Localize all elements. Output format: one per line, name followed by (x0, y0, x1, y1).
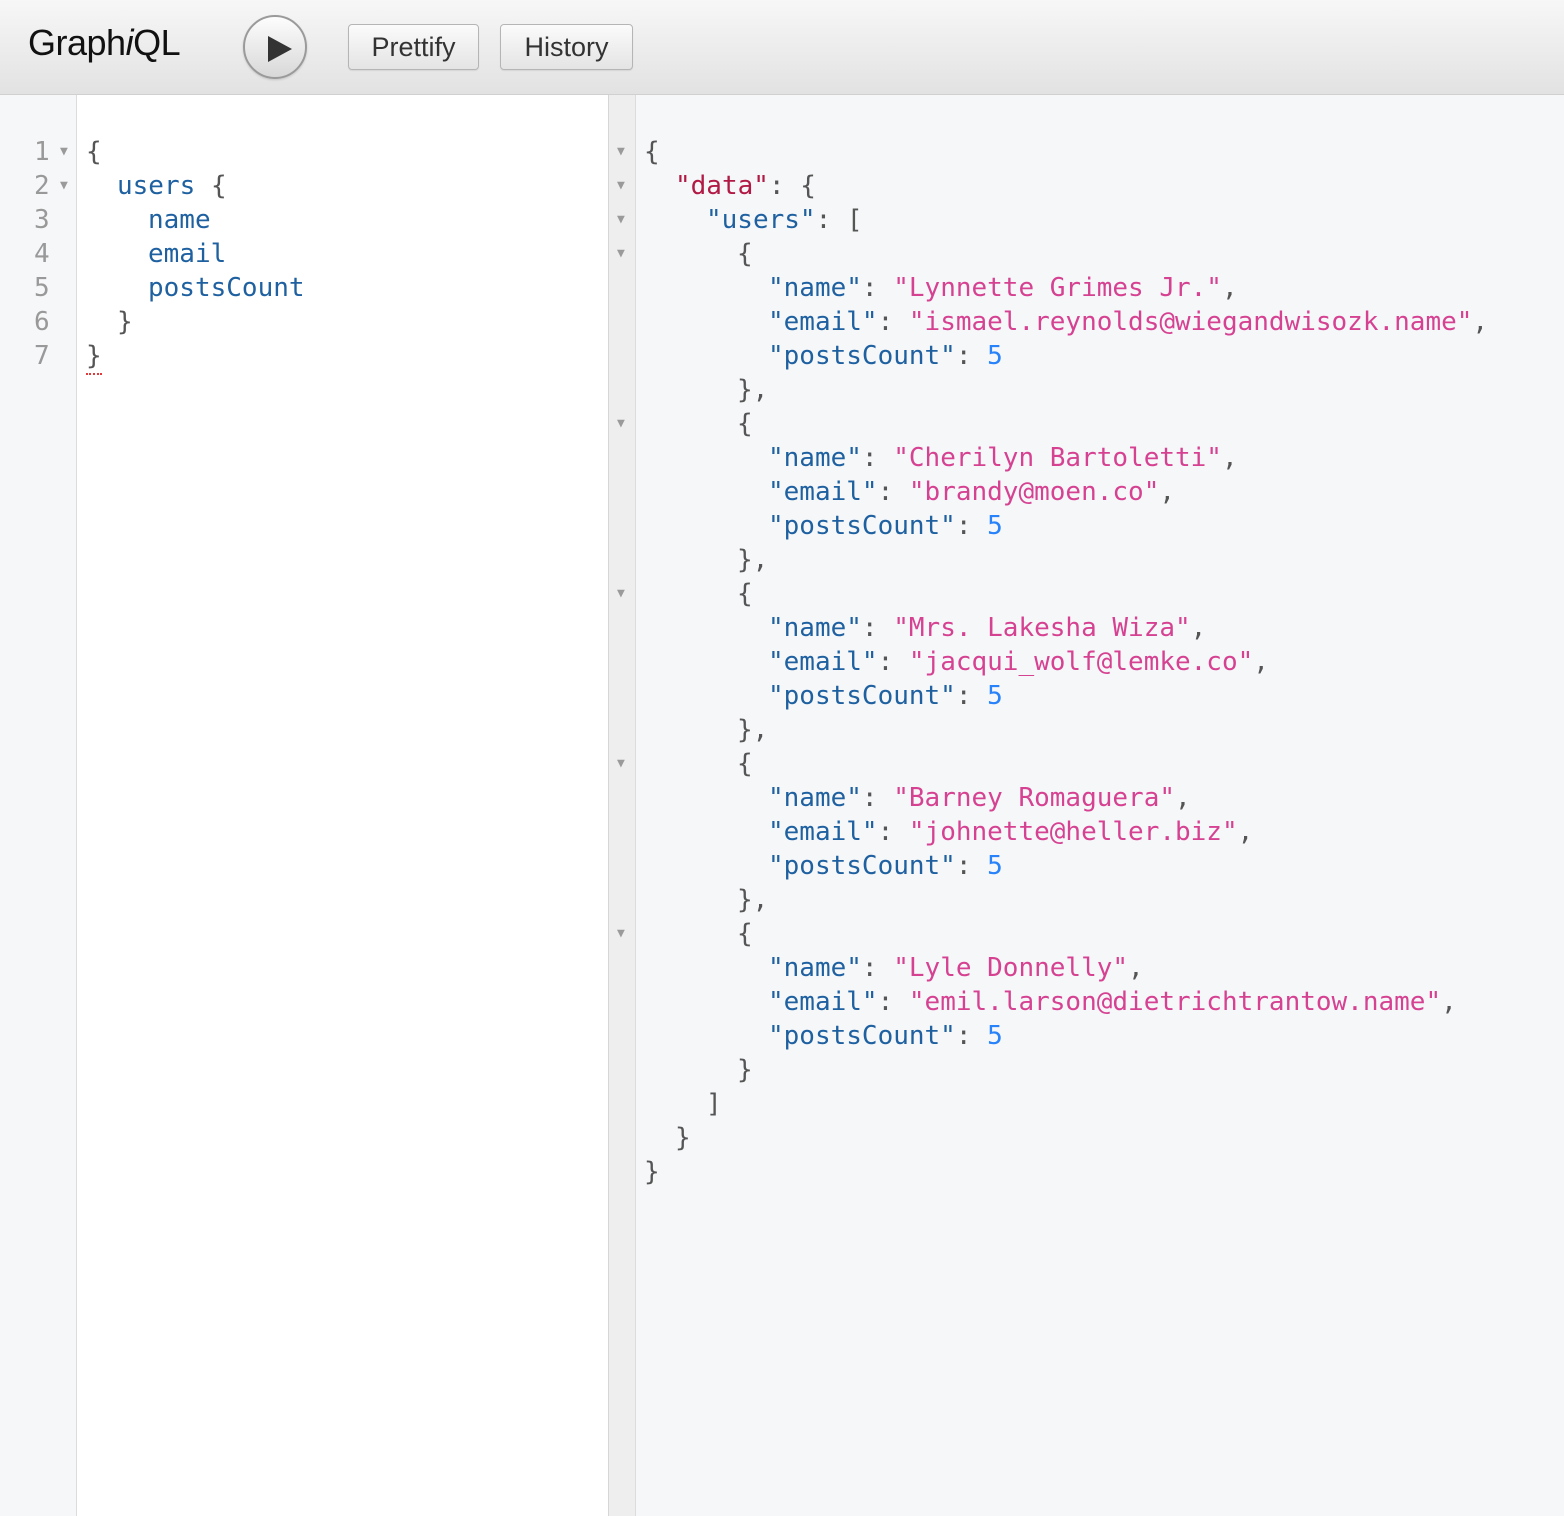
execute-query-button[interactable] (243, 15, 307, 79)
json-brace: { (737, 919, 753, 949)
json-user-email: "email": "johnette@heller.biz", (768, 817, 1254, 847)
line-number: 3 (34, 205, 50, 235)
json-brace: { (737, 579, 753, 609)
json-user-email: "email": "brandy@moen.co", (768, 477, 1175, 507)
json-user-name: "name": "Mrs. Lakesha Wiza", (768, 613, 1207, 643)
play-icon (268, 36, 292, 62)
query-close-brace: } (117, 307, 133, 337)
line-number: 2 (34, 171, 50, 201)
prettify-button[interactable]: Prettify (348, 24, 479, 70)
fold-arrow-icon[interactable]: ▼ (617, 917, 625, 951)
line-number: 5 (34, 273, 50, 303)
json-user-name: "name": "Lyle Donnelly", (768, 953, 1144, 983)
json-user-email: "email": "emil.larson@dietrichtrantow.na… (768, 987, 1457, 1017)
fold-arrow-icon[interactable]: ▼ (617, 747, 625, 781)
json-user-name: "name": "Lynnette Grimes Jr.", (768, 273, 1238, 303)
json-users-line: "users": [ (706, 205, 863, 235)
json-bracket: ] (706, 1089, 722, 1119)
json-user-name: "name": "Barney Romaguera", (768, 783, 1191, 813)
json-brace: }, (737, 545, 769, 575)
line-number: 7 (34, 341, 50, 371)
query-field-name: name (148, 205, 211, 235)
line-number-gutter: 1 2 3 4 5 6 7 ▼ ▼ (0, 95, 77, 1516)
json-user-postscount: "postsCount": 5 (768, 1021, 1003, 1051)
fold-arrow-icon[interactable]: ▼ (617, 407, 625, 441)
fold-arrow-icon[interactable]: ▼ (617, 169, 625, 203)
json-brace: { (737, 409, 753, 439)
query-field-users: users (117, 171, 196, 201)
json-brace: }, (737, 885, 769, 915)
json-user-postscount: "postsCount": 5 (768, 851, 1003, 881)
fold-arrow-icon[interactable]: ▼ (617, 203, 625, 237)
json-brace: } (737, 1055, 753, 1085)
json-user-postscount: "postsCount": 5 (768, 341, 1003, 371)
json-brace: } (644, 1157, 660, 1187)
json-user-postscount: "postsCount": 5 (768, 681, 1003, 711)
json-brace: }, (737, 715, 769, 745)
json-user-email: "email": "jacqui_wolf@lemke.co", (768, 647, 1269, 677)
json-user-email: "email": "ismael.reynolds@wiegandwisozk.… (768, 307, 1489, 337)
json-brace: } (675, 1123, 691, 1153)
query-field-email: email (148, 239, 227, 269)
history-button[interactable]: History (500, 24, 633, 70)
json-brace: { (737, 239, 753, 269)
fold-arrow-icon[interactable]: ▼ (617, 577, 625, 611)
json-user-postscount: "postsCount": 5 (768, 511, 1003, 541)
toolbar: GraphiQL Prettify History (0, 0, 1564, 95)
line-number: 6 (34, 307, 50, 337)
json-brace: }, (737, 375, 769, 405)
query-close-brace: } (86, 339, 102, 375)
graphiql-logo: GraphiQL (28, 22, 181, 63)
fold-arrow-icon[interactable]: ▼ (60, 135, 68, 169)
json-user-name: "name": "Cherilyn Bartoletti", (768, 443, 1238, 473)
json-data-line: "data": { (675, 171, 816, 201)
line-number: 4 (34, 239, 50, 269)
json-brace: { (737, 749, 753, 779)
fold-arrow-icon[interactable]: ▼ (617, 237, 625, 271)
query-open-brace: { (86, 137, 102, 167)
query-field-postscount: postsCount (148, 273, 305, 303)
query-open-brace: { (211, 171, 227, 201)
query-editor[interactable]: 1 2 3 4 5 6 7 ▼ ▼ { users { name email p… (0, 95, 609, 1516)
result-viewer: { "data": { "users": [ { "name": "Lynnet… (636, 95, 1564, 1516)
fold-arrow-icon[interactable]: ▼ (617, 135, 625, 169)
fold-arrow-icon[interactable]: ▼ (60, 169, 68, 203)
pane-divider[interactable]: ▼ ▼ ▼ ▼ ▼ ▼ ▼ ▼ (609, 95, 636, 1516)
json-brace: { (644, 137, 660, 167)
line-number: 1 (34, 137, 50, 167)
